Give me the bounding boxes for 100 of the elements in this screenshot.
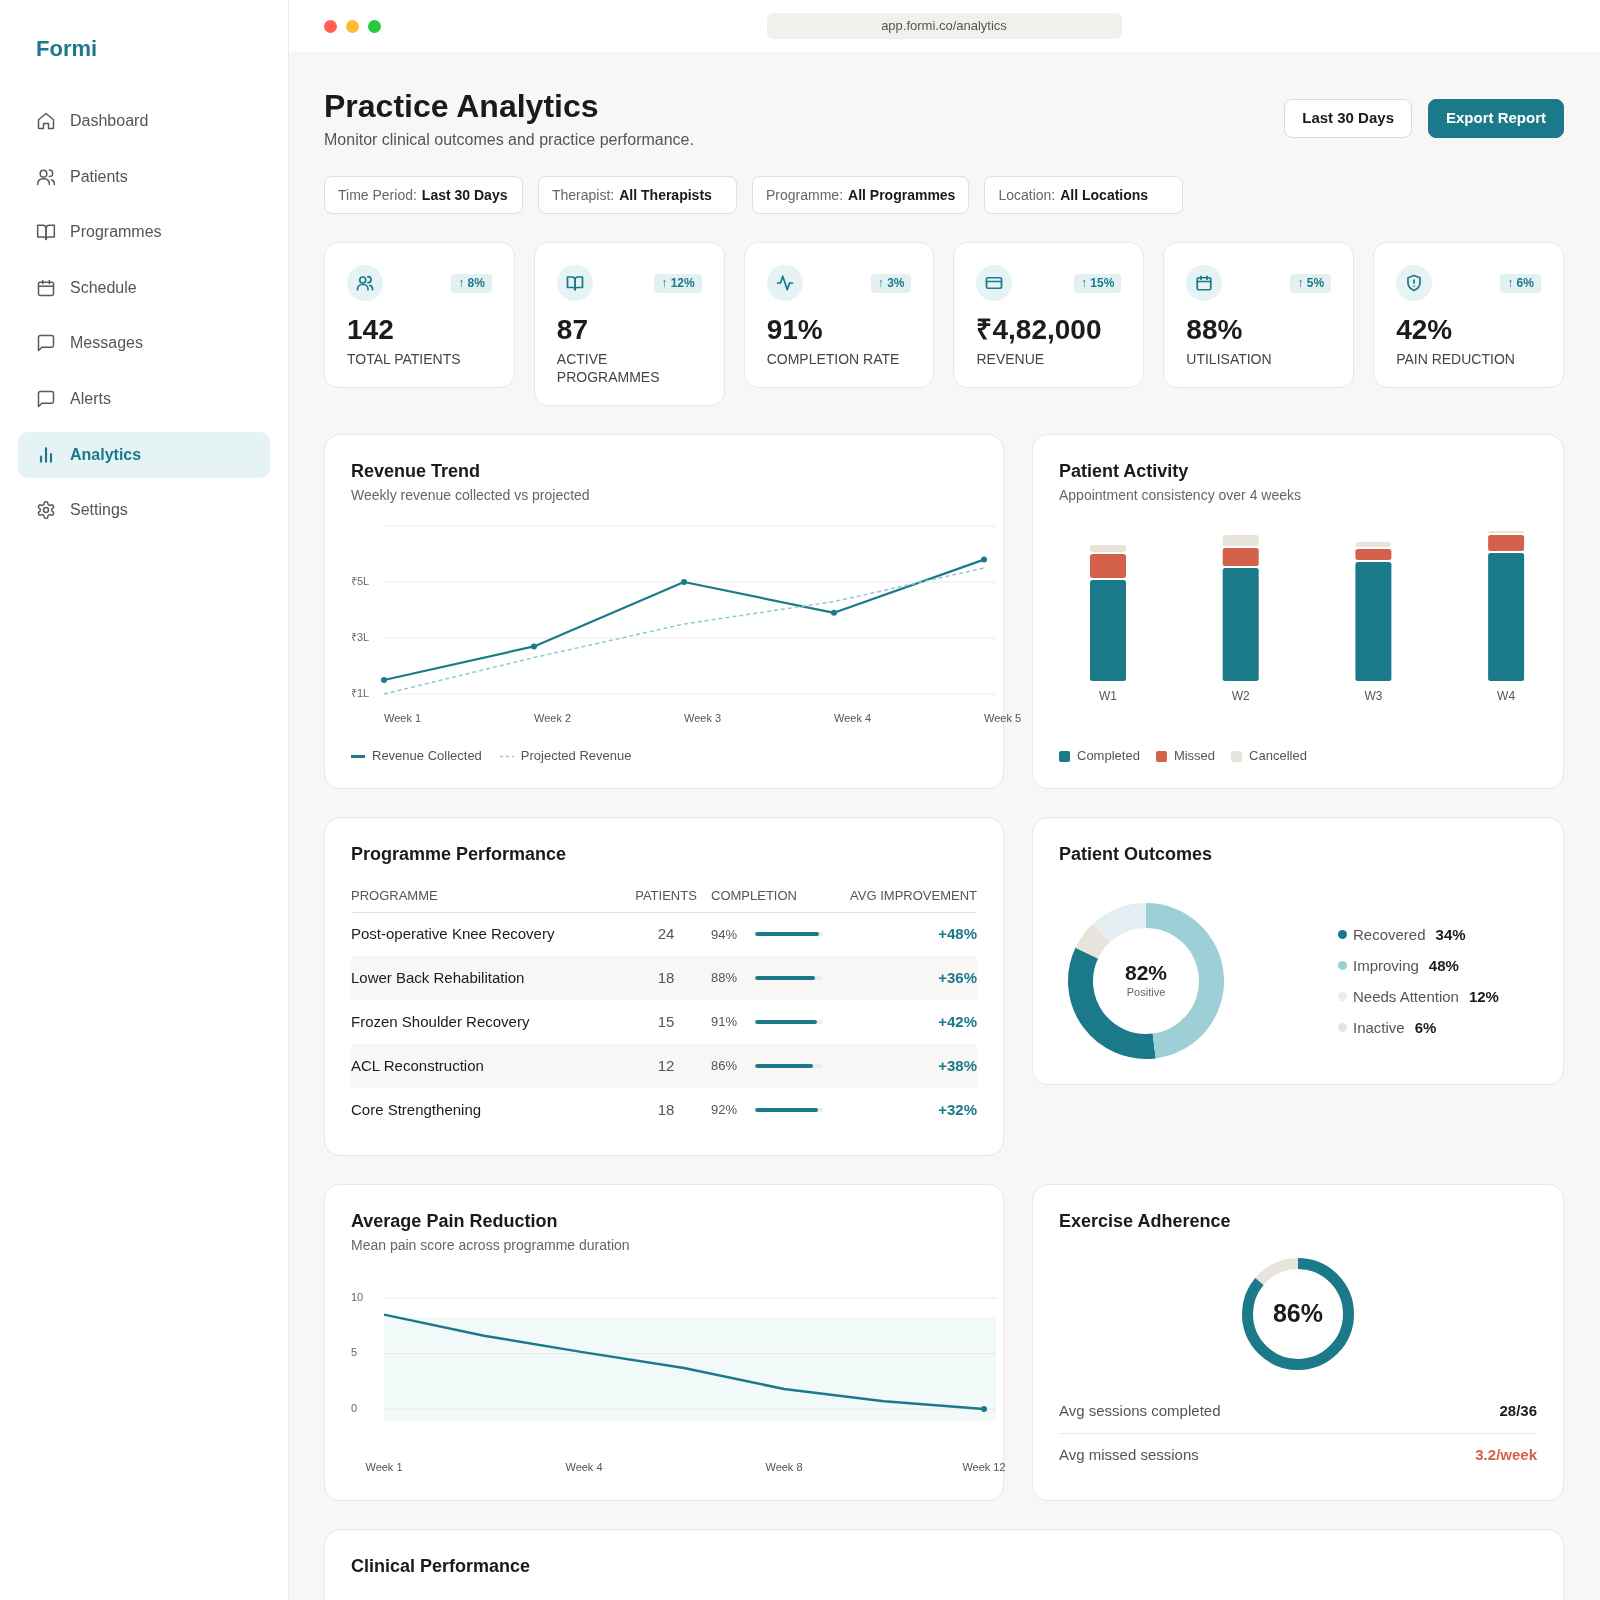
kpi-value: ₹4,82,000 bbox=[976, 313, 1103, 347]
nav-item[interactable]: Dashboard bbox=[18, 98, 270, 144]
filter-dropdown[interactable]: Time Period: Last 30 Days bbox=[324, 176, 523, 214]
card-title: Programme Performance bbox=[351, 843, 568, 866]
window-maximize-icon[interactable] bbox=[368, 19, 381, 33]
outline-button[interactable]: Last 30 Days bbox=[1284, 99, 1412, 138]
kpi-label: PAIN REDUCTION bbox=[1396, 350, 1516, 368]
kpi-label: ACTIVE PROGRAMMES bbox=[556, 350, 661, 386]
completion-rate: 86% bbox=[711, 1057, 739, 1076]
axis-label: Week 5 bbox=[984, 711, 1022, 724]
data-point bbox=[981, 556, 987, 563]
nav-item[interactable]: Settings bbox=[18, 487, 270, 534]
axis-label: ₹5L bbox=[351, 574, 370, 587]
window-close-icon[interactable] bbox=[324, 19, 337, 33]
pulse-icon bbox=[766, 265, 803, 301]
legend-label: Recovered bbox=[1353, 924, 1426, 945]
nav-item[interactable]: Patients bbox=[18, 153, 270, 200]
card-subtitle: Weekly revenue collected vs projected bbox=[351, 486, 591, 505]
trend-badge: ↑ 3% bbox=[870, 273, 912, 293]
programme-name: ACL Reconstruction bbox=[351, 1044, 628, 1088]
brand-logo: Formi bbox=[36, 35, 98, 63]
axis-label: W3 bbox=[1364, 689, 1383, 704]
column-header: PATIENTS bbox=[628, 879, 704, 912]
kpi-value: 88% bbox=[1186, 313, 1244, 347]
axis-label: Week 1 bbox=[384, 711, 422, 724]
trend-badge: ↑ 15% bbox=[1073, 273, 1122, 293]
people-icon bbox=[347, 265, 383, 301]
bar-segment bbox=[1355, 542, 1392, 547]
nav-item[interactable]: Messages bbox=[18, 320, 270, 367]
primary-button[interactable]: Export Report bbox=[1428, 99, 1564, 138]
axis-label: Week 4 bbox=[834, 711, 872, 724]
legend-label: Projected Revenue bbox=[520, 747, 632, 765]
axis-label: Week 8 bbox=[765, 1460, 803, 1473]
kpi-label: COMPLETION RATE bbox=[766, 350, 901, 368]
window-minimize-icon[interactable] bbox=[346, 19, 359, 33]
completion-rate: 94% bbox=[711, 925, 739, 944]
column-header: COMPLETION bbox=[704, 879, 838, 912]
programme-name: Post-operative Knee Recovery bbox=[351, 912, 628, 956]
nav-item[interactable]: Schedule bbox=[18, 264, 270, 311]
legend-value: 48% bbox=[1428, 955, 1459, 976]
programme-name: Core Strengthening bbox=[351, 1088, 628, 1132]
axis-label: W1 bbox=[1099, 689, 1117, 704]
legend-value: 12% bbox=[1468, 986, 1499, 1007]
legend-label: Missed bbox=[1173, 747, 1216, 765]
legend-value: 6% bbox=[1414, 1017, 1437, 1038]
filter-dropdown[interactable]: Programme: All Programmes bbox=[752, 176, 970, 214]
center-value: 82% bbox=[1125, 960, 1167, 984]
axis-label: Week 3 bbox=[684, 711, 722, 724]
improvement-value: +38% bbox=[838, 1044, 977, 1088]
patient-count: 24 bbox=[628, 912, 704, 956]
legend-label: Inactive bbox=[1353, 1017, 1405, 1038]
people-icon bbox=[36, 166, 56, 187]
data-point bbox=[531, 643, 537, 650]
card-title: Exercise Adherence bbox=[1059, 1210, 1232, 1233]
book-icon bbox=[556, 265, 593, 301]
card-title: Patient Outcomes bbox=[1059, 843, 1214, 866]
legend-value: 34% bbox=[1435, 924, 1466, 945]
calendar-icon bbox=[1186, 265, 1223, 301]
settings-icon bbox=[36, 500, 56, 521]
axis-label: W2 bbox=[1231, 689, 1250, 704]
bar-segment bbox=[1222, 548, 1259, 566]
data-point bbox=[381, 677, 387, 683]
programme-name: Frozen Shoulder Recovery bbox=[351, 1000, 628, 1044]
filter-dropdown[interactable]: Location: All Locations bbox=[984, 176, 1184, 214]
kpi-label: TOTAL PATIENTS bbox=[347, 350, 462, 368]
kpi-value: 87 bbox=[556, 313, 589, 347]
kpi-value: 142 bbox=[347, 313, 395, 347]
axis-label: Week 12 bbox=[962, 1460, 1006, 1473]
trend-badge: ↑ 8% bbox=[451, 273, 492, 293]
axis-label: Week 4 bbox=[565, 1460, 603, 1473]
chat-bubble-icon bbox=[36, 333, 56, 354]
trend-badge: ↑ 6% bbox=[1500, 273, 1541, 293]
legend-label: Cancelled bbox=[1249, 747, 1307, 765]
page-title: Practice Analytics bbox=[324, 87, 600, 125]
programme-name: Lower Back Rehabilitation bbox=[351, 956, 628, 1000]
legend-label: Improving bbox=[1353, 955, 1419, 976]
address-bar[interactable]: app.formi.co/analytics bbox=[766, 13, 1122, 39]
axis-label: 10 bbox=[351, 1290, 364, 1303]
completion-rate: 92% bbox=[711, 1101, 739, 1120]
patient-count: 12 bbox=[628, 1044, 704, 1088]
nav-item[interactable]: Alerts bbox=[18, 375, 270, 422]
axis-label: Week 1 bbox=[365, 1460, 403, 1473]
card-title: Revenue Trend bbox=[351, 460, 482, 483]
data-point bbox=[831, 609, 837, 616]
filter-dropdown[interactable]: Therapist: All Therapists bbox=[538, 176, 737, 214]
card-title: Clinical Performance bbox=[351, 1555, 532, 1578]
kpi-label: UTILISATION bbox=[1186, 350, 1273, 368]
ring-value: 86% bbox=[1273, 1298, 1323, 1327]
trend-badge: ↑ 12% bbox=[654, 273, 702, 293]
data-point bbox=[681, 579, 687, 585]
center-label: Positive bbox=[1126, 985, 1166, 998]
improvement-value: +36% bbox=[838, 956, 977, 1000]
nav-item[interactable]: Programmes bbox=[18, 209, 270, 256]
bar-segment bbox=[1355, 549, 1392, 560]
bar-segment bbox=[1488, 535, 1525, 551]
nav-item[interactable]: Analytics bbox=[18, 431, 270, 478]
axis-label: ₹3L bbox=[351, 630, 370, 643]
stat-label: Avg missed sessions bbox=[1059, 1445, 1199, 1466]
bar-segment bbox=[1090, 554, 1126, 578]
stat-label: Avg sessions completed bbox=[1059, 1400, 1221, 1421]
